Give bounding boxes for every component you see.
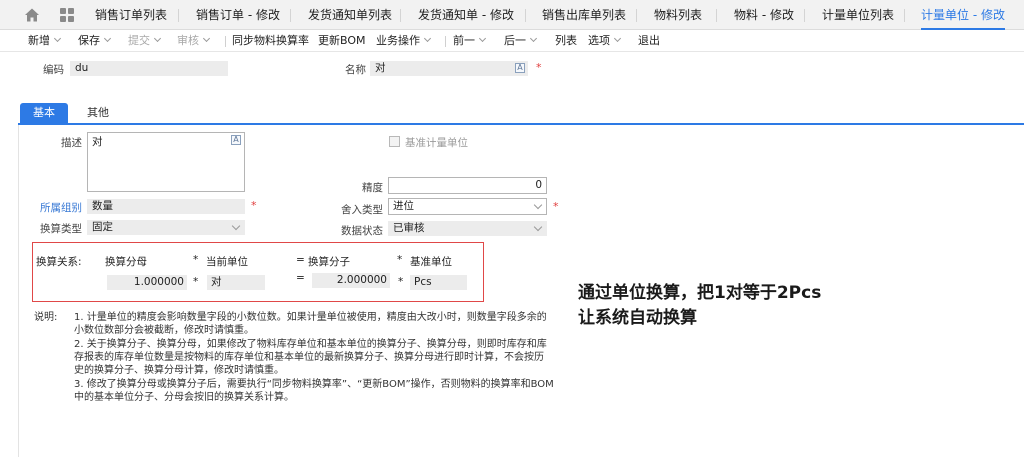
update-bom-button[interactable]: 更新BOM [318,30,366,52]
denominator-input[interactable]: 1.000000 [107,275,187,290]
name-label: 名称 [345,64,366,76]
numerator-label: 换算分子 [308,256,350,268]
note-line: 1. 计量单位的精度会影响数量字段的小数位数。如果计量单位被使用，精度由大改小时… [74,312,547,323]
denominator-label: 换算分母 [105,256,147,268]
tab-other[interactable]: 其他 [78,103,118,123]
tab-delivery-notice-edit[interactable]: 发货通知单 - 修改 [418,0,514,30]
detail-subtabs: 基本 其他 [18,103,1024,125]
conversion-highlight-box [32,242,484,302]
base-unit-field[interactable]: Pcs [410,275,467,290]
note-line: 小数位数部分会被截断，修改时请慎重。 [74,325,254,336]
multilang-icon[interactable]: A [231,135,241,145]
base-unit-label: 基准计量单位 [405,137,468,149]
tab-sales-outbound-list[interactable]: 销售出库单列表 [542,0,626,30]
audit-button[interactable]: 审核 [177,30,211,52]
required-mark: * [536,61,542,74]
multilang-icon[interactable]: A [515,63,525,73]
tab-bar: 销售订单列表 销售订单 - 修改 发货通知单列表 发货通知单 - 修改 销售出库… [0,0,1024,30]
tab-sales-order-list[interactable]: 销售订单列表 [95,0,167,30]
callout-line: 通过单位换算，把1对等于2Pcs [578,283,822,303]
conv-type-select[interactable]: 固定 [87,220,245,235]
options-button[interactable]: 选项 [588,30,622,52]
times-sign: * [193,276,199,288]
tab-basic[interactable]: 基本 [20,103,68,123]
precision-label: 精度 [362,182,383,194]
numerator-input[interactable]: 2.000000 [312,273,390,288]
toolbar: 新增 保存 提交 审核 同步物料换算率 更新BOM 业务操作 前一 后一 列表 … [0,30,1024,52]
desc-textarea[interactable]: 对 [87,132,245,192]
tab-material-edit[interactable]: 物料 - 修改 [734,0,794,30]
prev-button[interactable]: 前一 [453,30,487,52]
equals-sign: = [296,272,305,284]
precision-input[interactable]: 0 [388,177,547,194]
business-ops-button[interactable]: 业务操作 [376,30,432,52]
times-sign: * [397,254,403,266]
required-mark: * [553,200,559,213]
conversion-label: 换算关系: [36,256,82,268]
rounding-select[interactable]: 进位 [388,198,547,215]
list-button[interactable]: 列表 [555,30,577,52]
note-line: 存报表的库存单位数量是按物料的库存单位和基本单位的最新换算分子、换算分母进行即时… [74,352,544,363]
next-button[interactable]: 后一 [504,30,538,52]
note-line: 史的换算分子、换算分母计算，修改时请慎重。 [74,365,284,376]
times-sign: * [193,254,199,266]
submit-button[interactable]: 提交 [128,30,162,52]
required-mark: * [251,199,257,212]
notes-title: 说明: [34,312,58,323]
note-line: 中的基本单位分子、分母会按旧的换算关系计算。 [74,392,294,403]
current-unit-field[interactable]: 对 [207,275,265,290]
annotation-callout: 通过单位换算，把1对等于2Pcs 让系统自动换算 [578,281,821,331]
status-label: 数据状态 [341,225,383,237]
tab-unit-list[interactable]: 计量单位列表 [822,0,894,30]
callout-line: 让系统自动换算 [578,308,697,328]
tab-sales-order-edit[interactable]: 销售订单 - 修改 [196,0,280,30]
home-icon[interactable] [24,7,40,23]
tab-delivery-notice-list[interactable]: 发货通知单列表 [308,0,392,30]
base-unit-col-label: 基准单位 [410,256,452,268]
note-line: 2. 关于换算分子、换算分母，如果修改了物料库存单位和基本单位的换算分子、换算分… [74,339,547,350]
group-label[interactable]: 所属组别 [28,200,82,215]
base-unit-checkbox[interactable] [389,136,400,147]
sync-conversion-button[interactable]: 同步物料换算率 [232,30,309,52]
name-field[interactable]: 对 [370,61,528,76]
note-line: 3. 修改了换算分母或换算分子后，需要执行“同步物料换算率”、“更新BOM”操作… [74,379,554,390]
equals-sign: = [296,254,305,266]
exit-button[interactable]: 退出 [638,30,660,52]
new-button[interactable]: 新增 [28,30,62,52]
status-select[interactable]: 已审核 [388,221,547,236]
code-field[interactable]: du [70,61,228,76]
desc-label: 描述 [61,137,82,149]
times-sign: * [398,276,404,288]
panel-border [18,125,19,457]
code-label: 编码 [43,64,64,76]
tab-unit-edit[interactable]: 计量单位 - 修改 [921,0,1005,30]
rounding-label: 舍入类型 [341,204,383,216]
group-field[interactable]: 数量 [87,199,245,214]
tab-material-list[interactable]: 物料列表 [654,0,702,30]
save-button[interactable]: 保存 [78,30,112,52]
current-unit-label: 当前单位 [206,256,248,268]
conv-type-label: 换算类型 [40,223,82,235]
app-grid-icon[interactable] [60,8,74,22]
